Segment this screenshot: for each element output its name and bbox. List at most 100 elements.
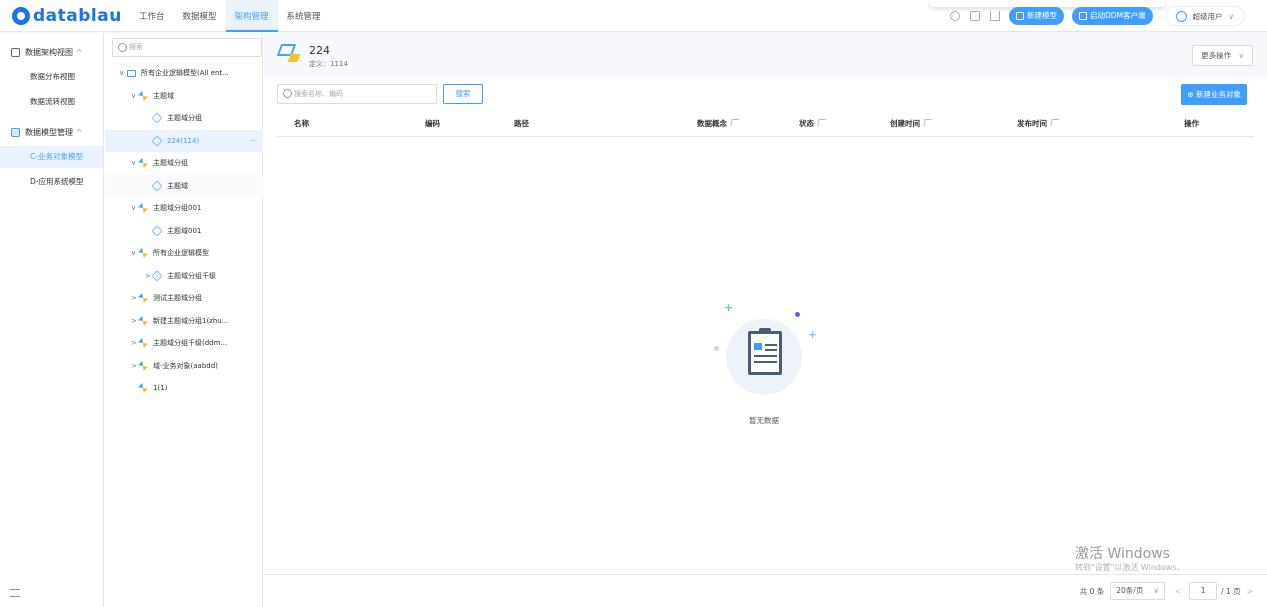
object-search-input[interactable]: 搜索名称、编码: [277, 84, 437, 104]
new-model-button[interactable]: 新建模型: [1008, 7, 1064, 25]
col-created[interactable]: 创建时间: [890, 112, 932, 136]
filter-icon[interactable]: [817, 119, 826, 126]
tree-node-label: 新建主题域分组1(zhu...: [153, 316, 229, 325]
collapse-menu-icon[interactable]: [10, 589, 20, 597]
clipboard-clip: [759, 328, 771, 334]
tree-node[interactable]: ∨ 主题域: [105, 85, 263, 107]
domain-icon: [138, 383, 148, 393]
domain-icon: [138, 360, 148, 371]
main-content: 224 定义：1114 更多操作 ∨ 搜索名称、编码 搜索 ⊕ 新建业务对象 名…: [264, 33, 1267, 607]
launch-ddm-label: 启动DDM客户端: [1089, 11, 1146, 20]
page-size-value: 20条/页: [1116, 586, 1144, 595]
domain-icon: [138, 203, 148, 213]
domain-icon: [138, 293, 148, 303]
chevron-down-icon[interactable]: ∨: [119, 62, 127, 84]
col-status[interactable]: 状态: [799, 112, 826, 136]
tree-node[interactable]: > 主题域分组千级(ddm...: [105, 332, 263, 354]
filter-icon[interactable]: [1050, 119, 1059, 126]
tree-node-label: 主题域分组千级: [167, 271, 216, 280]
search-button[interactable]: 搜索: [443, 84, 483, 104]
subject-icon: [151, 224, 163, 237]
tree-node[interactable]: 224(114) ···: [105, 129, 263, 152]
clipboard-square: [754, 343, 762, 350]
col-published-label: 发布时间: [1017, 119, 1047, 128]
subject-domain-icon: [276, 42, 301, 64]
sidebar-item-flow[interactable]: 数据流转视图: [0, 91, 103, 113]
tree-search-input[interactable]: 搜索: [112, 38, 262, 57]
clipboard-line: [754, 355, 777, 357]
page-size-select[interactable]: 20条/页 ∨: [1110, 582, 1165, 600]
nav-workbench[interactable]: 工作台: [130, 0, 174, 32]
empty-text: 暂无数据: [749, 416, 779, 425]
sidebar-item-business-object-model[interactable]: C-业务对象模型: [0, 146, 103, 168]
top-navbar: datablau 工作台 数据模型 架构管理 系统管理 新建模型 启动DDM客户…: [0, 0, 1267, 32]
tree-node[interactable]: > 测试主题域分组: [105, 287, 263, 309]
tree-node-label: 1(1): [153, 384, 168, 392]
page-number-input[interactable]: 1: [1189, 582, 1218, 600]
tree-node[interactable]: ∨ 主题域分组001: [105, 197, 263, 219]
col-created-label: 创建时间: [890, 119, 920, 128]
tree-node[interactable]: > 主题域分组千级: [105, 265, 263, 287]
user-name: 超级用户: [1192, 11, 1223, 21]
sidebar-group-label: 数据架构视图: [25, 47, 73, 57]
chevron-down-icon: ∨: [1228, 11, 1235, 21]
tree-node[interactable]: 主题域: [105, 174, 263, 197]
user-menu[interactable]: 超级用户 ∨: [1164, 6, 1245, 26]
sidebar-group-arch-view[interactable]: 数据架构视图 ^: [0, 41, 103, 63]
launch-ddm-button[interactable]: 启动DDM客户端: [1071, 7, 1153, 25]
col-actions: 操作: [1184, 119, 1199, 128]
nav-data-model[interactable]: 数据模型: [174, 0, 226, 32]
tree-node[interactable]: 主题域001: [105, 220, 263, 242]
more-icon[interactable]: ···: [250, 130, 257, 152]
search-icon[interactable]: [949, 11, 960, 21]
tree-node-label: 主题域: [167, 181, 188, 190]
sidebar-item-app-system-model[interactable]: D-应用系统模型: [0, 171, 103, 193]
chevron-down-icon: ∨: [1238, 51, 1245, 60]
sparkle-plus: +: [724, 301, 734, 314]
tree-node-label: 主题域分组千级(ddm...: [153, 339, 228, 347]
col-path: 路径: [514, 119, 529, 128]
logo[interactable]: datablau: [12, 6, 122, 26]
sparkle-dot: [795, 312, 800, 317]
nav-architecture[interactable]: 架构管理: [225, 0, 278, 32]
tree-node-label: 域-业务对象(aabdd): [153, 361, 218, 370]
monitor-icon: [1078, 12, 1087, 20]
more-ops-button[interactable]: 更多操作 ∨: [1192, 45, 1253, 66]
tree-node-label: 测试主题域分组: [153, 294, 202, 302]
sidebar-item-distribution[interactable]: 数据分布视图: [0, 66, 103, 88]
page-subtitle: 定义：1114: [309, 60, 348, 68]
chevron-up-icon: ^: [76, 127, 83, 137]
col-data-concept[interactable]: 数据概念: [697, 112, 739, 136]
domain-icon: [138, 248, 148, 258]
filter-icon[interactable]: [730, 119, 739, 126]
download-icon[interactable]: [989, 11, 1000, 21]
next-page-icon[interactable]: >: [1247, 587, 1253, 596]
tree-node-label: 主题域分组: [167, 114, 202, 122]
tree-node[interactable]: 1(1): [105, 377, 263, 399]
tree-node[interactable]: ∨ 所有企业逻辑模型(All ent...: [105, 62, 263, 84]
tree-node[interactable]: 主题域分组: [105, 107, 263, 129]
tree-node[interactable]: > 新建主题域分组1(zhu...: [105, 310, 263, 332]
tree-node-label: 所有企业逻辑模型: [153, 249, 209, 257]
model-icon: [11, 127, 20, 137]
tree-node[interactable]: ∨ 主题域分组: [105, 152, 263, 174]
col-name: 名称: [294, 119, 309, 128]
total-count: 共 0 条: [1079, 586, 1105, 596]
windows-watermark-title: 激活 Windows: [1075, 546, 1170, 562]
subject-icon: [151, 134, 163, 147]
prev-page-icon[interactable]: <: [1175, 587, 1181, 596]
tree-node[interactable]: ∨ 所有企业逻辑模型: [105, 242, 263, 264]
pagination: 共 0 条 20条/页 ∨ < 1 / 1 页 >: [264, 574, 1267, 607]
layers-icon[interactable]: [969, 11, 980, 21]
col-data-concept-label: 数据概念: [697, 119, 727, 128]
col-published[interactable]: 发布时间: [1017, 112, 1059, 136]
filter-icon[interactable]: [923, 119, 932, 126]
nav-system[interactable]: 系统管理: [278, 0, 330, 32]
tree-node[interactable]: > 域-业务对象(aabdd): [105, 355, 263, 377]
user-avatar-icon: [1175, 10, 1187, 22]
sidebar-group-label: 数据模型管理: [25, 127, 73, 137]
add-business-object-button[interactable]: ⊕ 新建业务对象: [1181, 84, 1247, 105]
sidebar-group-model-mgmt[interactable]: 数据模型管理 ^: [0, 121, 103, 143]
page-count: / 1 页: [1221, 586, 1241, 596]
clipboard-line: [765, 344, 777, 346]
